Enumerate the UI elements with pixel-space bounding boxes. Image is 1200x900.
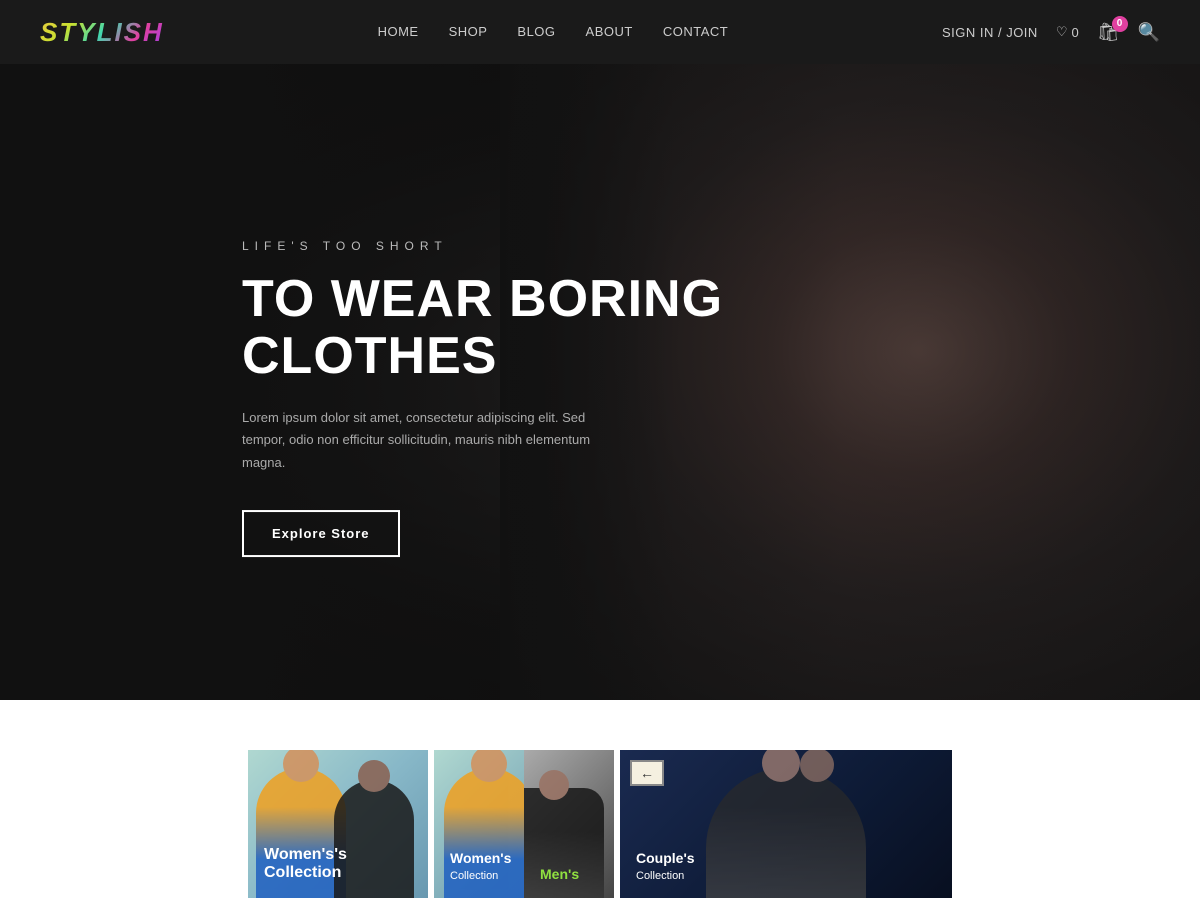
men-label: Men's — [540, 866, 579, 882]
nav-item-contact[interactable]: CONTACT — [663, 24, 728, 39]
signin-link[interactable]: SIGN IN / JOIN — [942, 25, 1038, 40]
explore-store-button[interactable]: Explore Store — [242, 510, 400, 557]
brand-logo[interactable]: Stylish — [40, 17, 164, 48]
collection-split: Women'sCollection Men's — [434, 750, 614, 898]
hero-title: TO WEAR BORING CLOTHES — [242, 271, 723, 385]
women-label: Women'sCollection — [450, 850, 511, 882]
figure-couple — [706, 768, 866, 898]
navbar-actions: SIGN IN / JOIN ♡ 0 🛍 0 🔍 — [942, 22, 1160, 43]
hero-content: LIFE'S TOO SHORT TO WEAR BORING CLOTHES … — [242, 239, 723, 557]
wishlist-count: 0 — [1071, 25, 1078, 40]
hero-section: LIFE'S TOO SHORT TO WEAR BORING CLOTHES … — [0, 64, 1200, 700]
search-icon: 🔍 — [1138, 22, 1160, 42]
cart-badge: 0 — [1112, 16, 1128, 32]
heart-icon: ♡ — [1056, 24, 1068, 40]
hero-tagline: LIFE'S TOO SHORT — [242, 239, 723, 253]
hero-title-line1: TO WEAR BORING — [242, 270, 723, 328]
cart-icon-wrap: 🛍 0 — [1097, 22, 1120, 43]
women-card[interactable]: Women'sCollection — [434, 750, 524, 898]
women-collection-bg: Women's's Collection — [248, 750, 428, 898]
wishlist-button[interactable]: ♡ 0 — [1056, 24, 1079, 40]
men-card[interactable]: Men's — [524, 750, 614, 898]
nav-item-blog[interactable]: BLOG — [517, 24, 555, 39]
collections-section: Women's's Collection Women'sCollection M… — [0, 700, 1200, 898]
couple-label: Couple'sCollection — [636, 850, 695, 882]
couple-collection-card[interactable]: ← Couple'sCollection — [620, 750, 952, 898]
collection-card-left[interactable]: Women's's Collection — [248, 750, 428, 898]
navbar: Stylish HOME SHOP BLOG ABOUT CONTACT SIG… — [0, 0, 1200, 64]
hero-description: Lorem ipsum dolor sit amet, consectetur … — [242, 407, 622, 473]
nav-item-home[interactable]: HOME — [378, 24, 419, 39]
main-nav: HOME SHOP BLOG ABOUT CONTACT — [378, 23, 729, 41]
nav-item-about[interactable]: ABOUT — [586, 24, 633, 39]
arrow-sign: ← — [630, 760, 664, 786]
arrow-left-icon: ← — [640, 765, 654, 781]
search-button[interactable]: 🔍 — [1138, 22, 1160, 43]
cart-button[interactable]: 🛍 0 — [1097, 22, 1120, 43]
hero-title-line2: CLOTHES — [242, 327, 497, 385]
nav-item-shop[interactable]: SHOP — [449, 24, 488, 39]
collections-grid: Women's's Collection Women'sCollection M… — [0, 750, 1200, 898]
women-collection-label: Women's's Collection — [264, 846, 347, 882]
